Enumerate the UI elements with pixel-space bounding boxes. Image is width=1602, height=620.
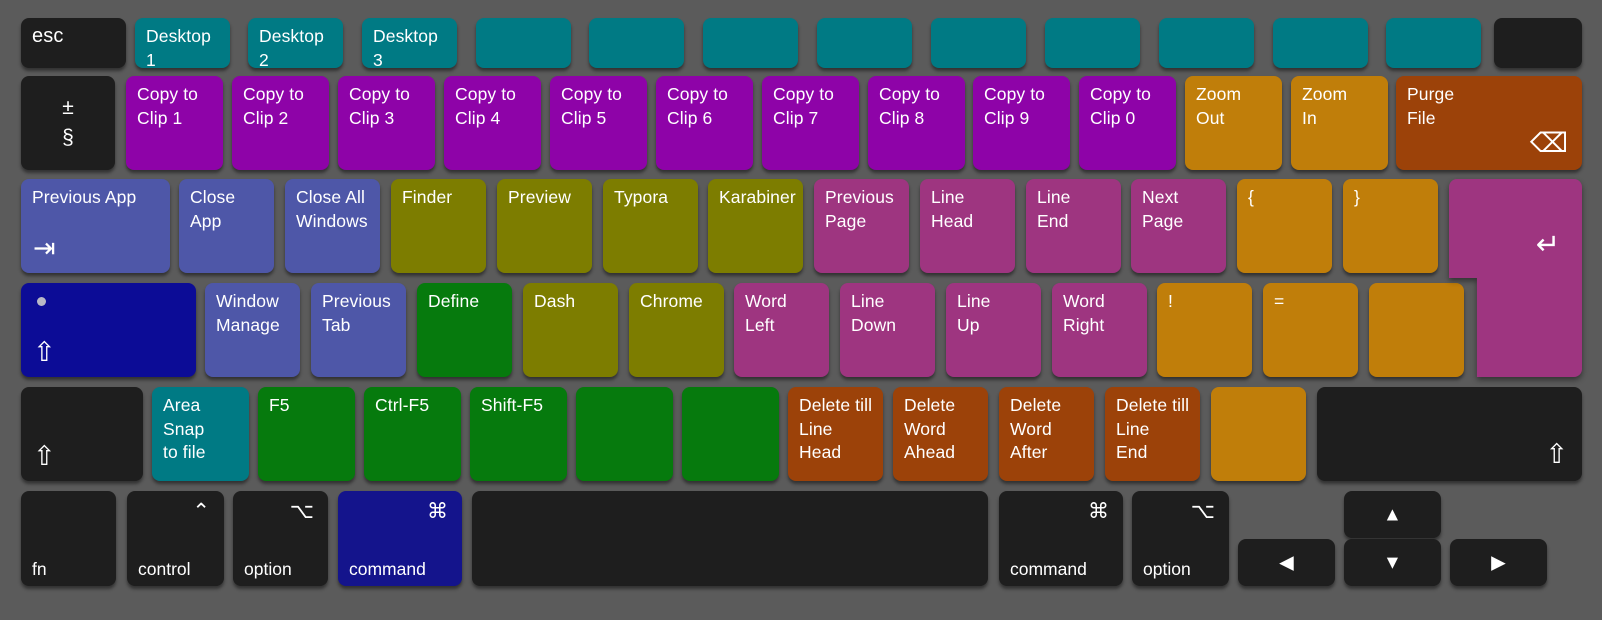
keyboard-layout: esc Desktop 1 Desktop 2 Desktop 3 ± § Copy to… bbox=[0, 0, 1602, 620]
key-return[interactable]: ↵ bbox=[1449, 179, 1582, 377]
key-arrow-right[interactable]: ▶ bbox=[1450, 539, 1547, 586]
arrow-left-label: ◀ bbox=[1279, 551, 1294, 573]
key-arrow-left[interactable]: ◀ bbox=[1238, 539, 1335, 586]
keyboard-bottom-row: fn ⌃ control ⌥ option ⌘ command ⌘ command ⌥ option… bbox=[0, 0, 1602, 620]
return-arrow-icon: ↵ bbox=[1535, 229, 1560, 261]
option-left-label: option bbox=[244, 559, 292, 579]
arrow-up-label: ▲ bbox=[1383, 503, 1402, 525]
key-command-right[interactable]: ⌘ command bbox=[999, 491, 1123, 586]
key-fn[interactable]: fn bbox=[21, 491, 116, 586]
arrow-down-label: ▼ bbox=[1383, 551, 1402, 573]
key-arrow-down[interactable]: ▼ bbox=[1344, 539, 1441, 586]
command-left-label: command bbox=[349, 559, 426, 579]
key-arrow-up[interactable]: ▲ bbox=[1344, 491, 1441, 538]
command-right-label: command bbox=[1010, 559, 1087, 579]
control-label: control bbox=[138, 559, 191, 579]
fn-label: fn bbox=[32, 559, 47, 579]
key-command-left[interactable]: ⌘ command bbox=[338, 491, 462, 586]
return-key-shape bbox=[1449, 179, 1582, 377]
command-right-symbol-icon: ⌘ bbox=[1088, 500, 1109, 523]
command-left-symbol-icon: ⌘ bbox=[427, 500, 448, 523]
key-control[interactable]: ⌃ control bbox=[127, 491, 224, 586]
key-space[interactable] bbox=[472, 491, 988, 586]
key-option-right[interactable]: ⌥ option bbox=[1132, 491, 1229, 586]
option-left-symbol-icon: ⌥ bbox=[289, 500, 314, 523]
key-option-left[interactable]: ⌥ option bbox=[233, 491, 328, 586]
arrow-right-label: ▶ bbox=[1491, 551, 1506, 573]
option-right-label: option bbox=[1143, 559, 1191, 579]
option-right-symbol-icon: ⌥ bbox=[1190, 500, 1215, 523]
control-symbol-icon: ⌃ bbox=[192, 500, 210, 523]
